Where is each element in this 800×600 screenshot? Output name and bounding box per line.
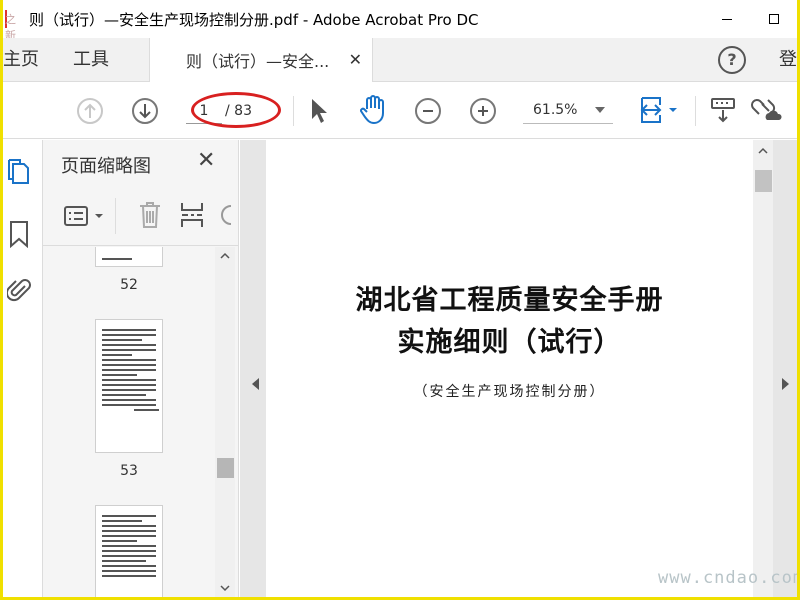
document-scrollbar-thumb[interactable] [755,170,772,192]
close-tab-icon[interactable]: ✕ [349,50,362,69]
share-link-icon[interactable] [749,94,783,126]
thumbnail-options-icon[interactable] [63,204,107,228]
scroll-down-icon[interactable] [220,583,230,593]
bookmark-icon[interactable] [7,220,31,248]
toolbar-divider [115,198,116,234]
zoom-out-button[interactable] [415,98,441,124]
attachment-icon[interactable] [7,276,31,304]
previous-page-arrow-icon[interactable] [252,378,259,390]
zoom-value: 61.5% [533,102,578,118]
tab-document-label: 则（试行）—安全... [186,52,330,71]
close-panel-icon[interactable]: ✕ [197,148,215,173]
hand-tool-icon[interactable] [359,95,387,125]
next-page-button[interactable] [132,98,158,124]
page-thumbnail[interactable] [95,247,163,267]
arrow-down-icon [139,104,151,119]
thumbnail-panel-title: 页面缩略图 [61,156,151,177]
tab-document[interactable]: 则（试行）—安全... ✕ [149,38,373,82]
help-icon[interactable]: ? [718,46,746,74]
app-icon: 之 新 网 [5,8,27,58]
site-watermark: www.cndao.com [658,568,797,588]
tab-bar: 主页 工具 则（试行）—安全... ✕ ? 登 [3,38,797,82]
keyboard-export-icon[interactable] [709,96,737,124]
document-title-line1: 湖北省工程质量安全手册 [355,285,664,316]
page-thumbnail[interactable] [95,505,163,597]
document-subtitle: （安全生产现场控制分册） [413,384,606,400]
toolbar-divider [695,96,696,126]
toolbar: 1 / 83 61.5% [3,82,797,139]
document-scrollbar[interactable] [753,140,773,597]
maximize-button[interactable] [750,0,797,38]
insert-page-icon[interactable] [179,200,205,230]
previous-page-button[interactable] [77,98,103,124]
window-controls [703,0,797,38]
thumbnail-panel: 页面缩略图 ✕ 52 53 [43,140,239,597]
tab-tools[interactable]: 工具 [73,38,109,82]
maximize-icon [768,14,779,24]
page-thumbnail[interactable] [95,319,163,453]
login-link[interactable]: 登 [779,38,797,82]
thumbnail-page-number: 52 [120,277,138,293]
document-page: 湖北省工程质量安全手册 实施细则（试行） （安全生产现场控制分册） [266,140,753,597]
thumbnail-page-number: 53 [120,463,138,479]
toolbar-divider [293,96,294,126]
zoom-in-button[interactable] [470,98,496,124]
scroll-up-icon[interactable] [758,146,768,156]
title-bar: 之 新 网 则（试行）—安全生产现场控制分册.pdf - Adobe Acrob… [3,0,797,58]
next-page-arrow-icon[interactable] [782,378,789,390]
scroll-up-icon[interactable] [220,251,230,261]
rotate-page-icon[interactable] [219,202,235,228]
delete-page-icon[interactable] [137,200,163,230]
minus-icon [423,110,433,112]
navigation-rail [3,140,43,597]
window-title: 则（试行）—安全生产现场控制分册.pdf - Adobe Acrobat Pro… [29,10,479,29]
select-arrow-icon[interactable] [309,97,329,125]
thumbnail-scrollbar[interactable] [215,247,235,597]
minimize-button[interactable] [703,0,750,38]
document-area: 湖北省工程质量安全手册 实施细则（试行） （安全生产现场控制分册） [240,140,797,597]
acrobat-window: 之 新 网 则（试行）—安全生产现场控制分册.pdf - Adobe Acrob… [3,0,797,597]
thumbnail-scrollbar-thumb[interactable] [217,458,234,478]
minimize-icon [721,18,732,20]
fit-page-icon[interactable] [639,95,679,125]
page-thumbnails-icon[interactable] [7,158,31,186]
annotation-ellipse [191,92,281,128]
chevron-down-icon [595,107,605,113]
arrow-up-icon [84,103,96,118]
thumbnail-list: 52 53 [43,247,215,597]
thumbnail-panel-header: 页面缩略图 ✕ [43,140,239,188]
document-title-line2: 实施细则（试行） [397,327,622,358]
plus-icon [478,106,488,116]
thumbnail-panel-toolbar [43,188,239,246]
tab-home[interactable]: 主页 [3,38,39,82]
zoom-select[interactable]: 61.5% [523,96,613,124]
